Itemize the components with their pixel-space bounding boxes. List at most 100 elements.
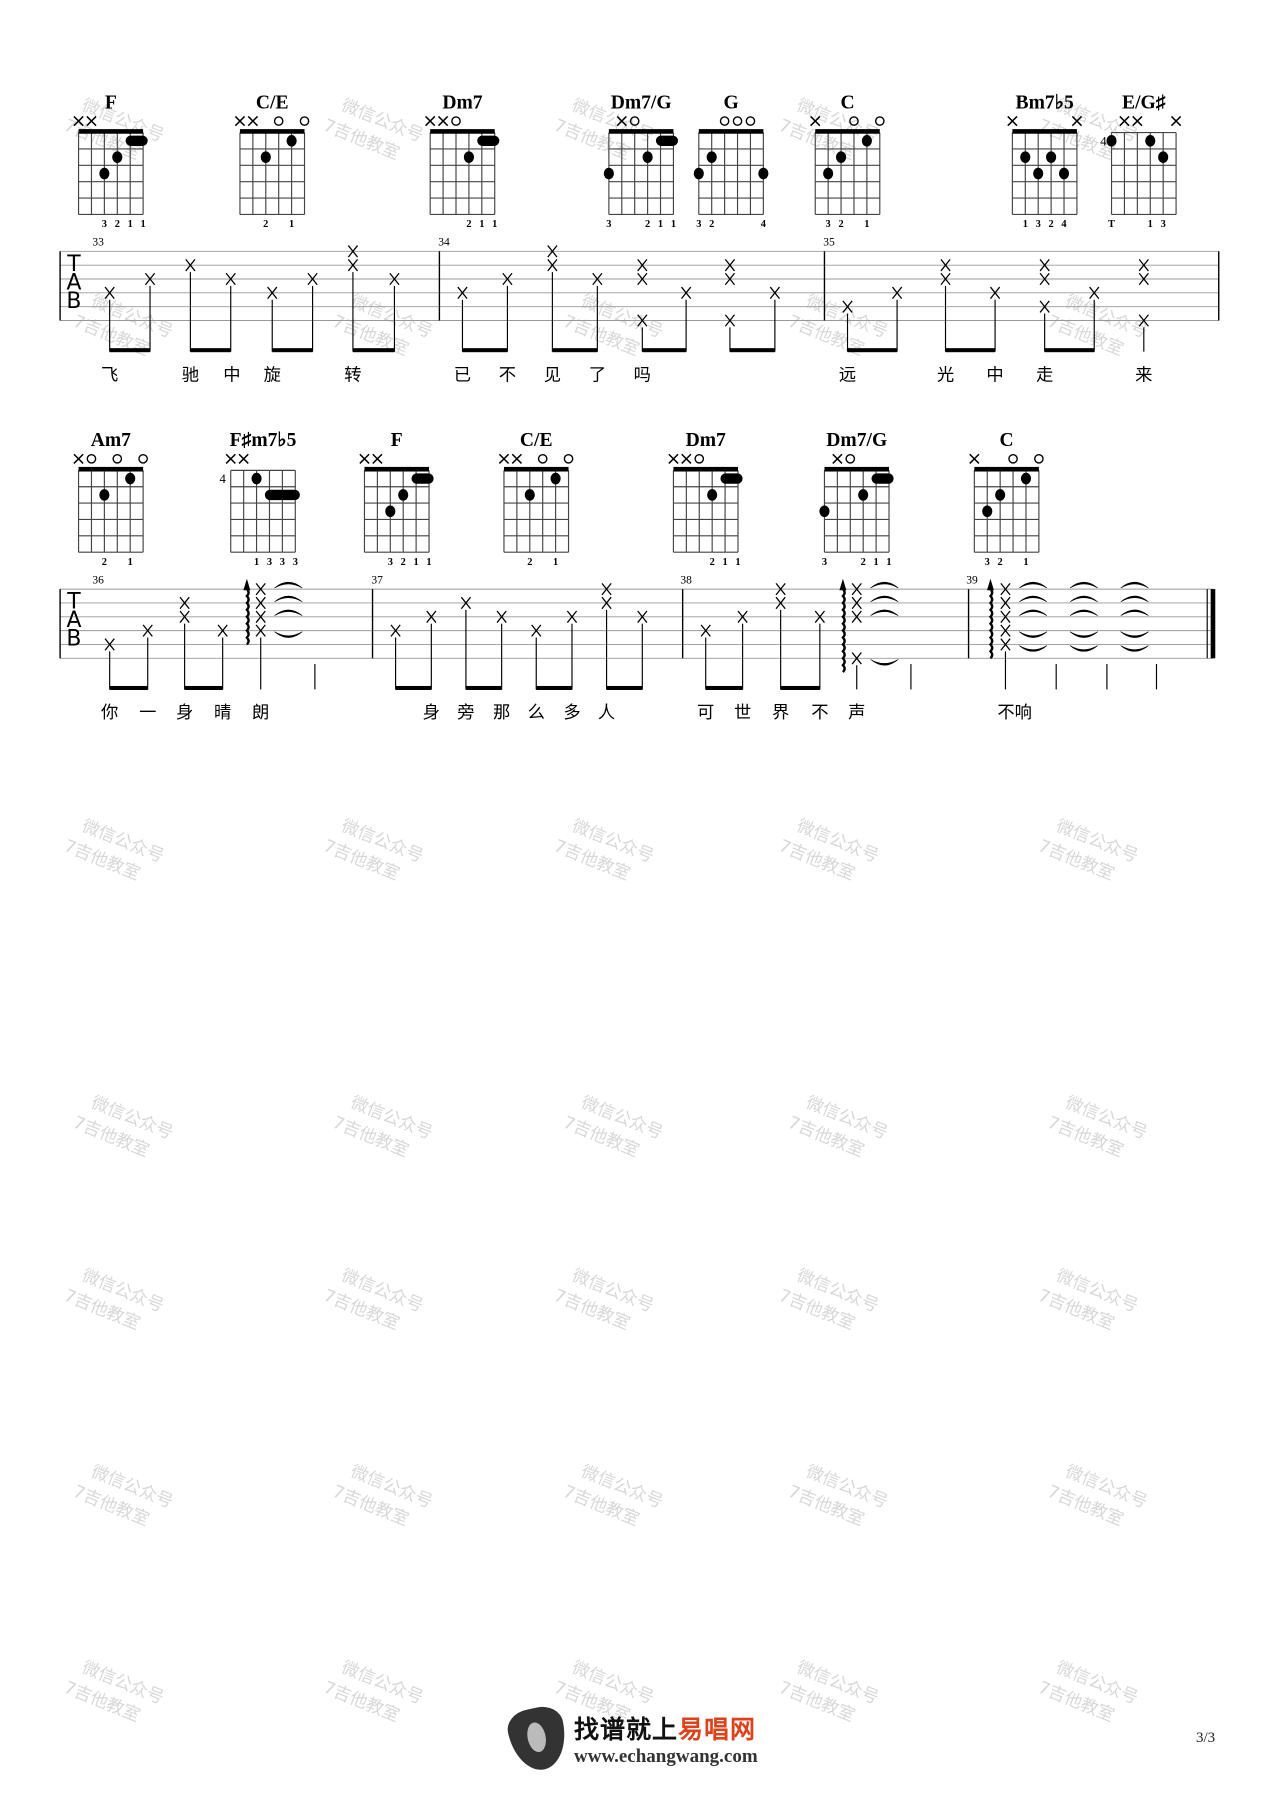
finger-dot — [982, 505, 993, 518]
finger-number: 1 — [414, 557, 419, 568]
site-url[interactable]: www.echangwang.com — [574, 1746, 758, 1768]
page-number: 3/3 — [1196, 1730, 1216, 1746]
lyric-syllable: 那 — [493, 703, 510, 723]
open-string-icon — [1034, 453, 1044, 464]
barre — [264, 489, 300, 501]
finger-dot — [603, 167, 614, 180]
open-string-icon — [537, 453, 548, 464]
finger-dot — [758, 167, 769, 180]
finger-dot — [707, 489, 718, 501]
finger-dot — [524, 489, 535, 501]
chord-name: Dm7 — [686, 430, 726, 451]
tie-arc — [274, 609, 303, 616]
tie-arc — [870, 581, 899, 589]
finger-number: 2 — [466, 219, 471, 230]
note-beam — [1044, 348, 1095, 353]
barre — [477, 135, 500, 146]
tab-clef-b: B — [66, 627, 81, 652]
chord-diagram: Dm72 1 1 — [425, 92, 500, 230]
chord-diagram: F3 2 1 1 — [359, 430, 434, 568]
chord-name: F — [391, 430, 403, 451]
watermark: 微信公众号7吉他教室 — [61, 1658, 167, 1727]
tie-arc — [1019, 609, 1048, 616]
lyric-syllable: 么 — [528, 703, 545, 723]
nut — [78, 129, 144, 134]
finger-dot — [463, 151, 474, 163]
chord-diagram: Dm7/G3 2 1 1 — [819, 430, 894, 568]
strum-arrow-head-icon — [839, 578, 847, 591]
tie-arc — [274, 581, 303, 589]
finger-number: 2 — [102, 557, 107, 568]
lyric-syllable: 朗 — [252, 703, 269, 723]
logo-slogan-black: 找谱就上 — [574, 1715, 679, 1744]
lyric-syllable: 驰 — [182, 365, 199, 385]
finger-number: 1 — [1023, 557, 1028, 568]
watermark: 微信公众号7吉他教室 — [330, 1462, 436, 1531]
watermark: 微信公众号7吉他教室 — [551, 816, 657, 885]
lyric-syllable: 世 — [734, 703, 751, 723]
chord-diagram: E/G♯ 4 T 1 3 — [1100, 92, 1182, 230]
note-beam — [109, 685, 148, 690]
tab-sheet: 微信公众号7吉他教室 微信公众号7吉他教室 微信公众号7吉他教室 微信公众号7吉他教室… — [59, 92, 1220, 1727]
tab-clef-b: B — [66, 289, 81, 314]
open-string-icon — [138, 453, 148, 464]
finger-number: 3 — [606, 219, 611, 230]
lyric-syllable: 多 — [563, 703, 580, 723]
chord-diagram: Dm7/G3 2 1 1 — [603, 92, 679, 230]
lyric-syllable: 身 — [423, 703, 440, 723]
open-string-icon — [451, 116, 461, 126]
lyric-syllable: 吗 — [634, 365, 651, 385]
watermark: 微信公众号7吉他教室 — [785, 1462, 891, 1531]
chord-name: C/E — [256, 92, 289, 113]
watermark: 微信公众号7吉他教室 — [70, 1462, 176, 1531]
watermark: 微信公众号7吉他教室 — [320, 96, 426, 165]
finger-dot — [1046, 151, 1057, 163]
lyric-syllable: 转 — [344, 365, 361, 385]
watermark: 微信公众号7吉他教室 — [560, 1093, 666, 1162]
finger-number: 2 — [527, 557, 532, 568]
lyric-syllable: 中 — [986, 365, 1003, 385]
watermark: 微信公众号7吉他教室 — [330, 292, 436, 361]
strum-arrow-head-icon — [243, 578, 251, 591]
watermark: 微信公众号7吉他教室 — [1035, 816, 1141, 885]
tie-arc — [1069, 645, 1098, 652]
muted-string-icon — [73, 453, 84, 464]
muted-string-icon — [1170, 115, 1182, 127]
note-beam — [109, 348, 151, 353]
finger-number: 1 — [254, 557, 259, 568]
system-2: Am72 1F♯m7♭541 3 3 3F3 2 1 1C/E2 1Dm72 1 1Dm7/G3 2 1… — [59, 430, 1216, 723]
guitar-pick-logo-icon — [504, 1702, 572, 1776]
finger-number: 3 — [985, 557, 990, 568]
nut — [1012, 129, 1077, 134]
watermark: 微信公众号7吉他教室 — [560, 292, 666, 361]
open-string-icon — [86, 453, 97, 464]
finger-number: 3 — [1161, 219, 1166, 230]
tie-arc — [1120, 595, 1149, 603]
finger-dot — [99, 167, 110, 180]
open-string-icon — [1008, 453, 1018, 464]
watermark: 微信公众号7吉他教室 — [61, 1266, 167, 1335]
finger-number: T — [1108, 219, 1115, 230]
base-fret-label: 4 — [1100, 134, 1107, 148]
chord-name: Bm7♭5 — [1016, 92, 1074, 113]
open-string-icon — [273, 116, 284, 126]
lyric-syllable: 可 — [697, 703, 714, 723]
muted-string-icon — [425, 115, 436, 127]
chord-name: C/E — [520, 430, 553, 451]
chord-name: F — [105, 92, 117, 113]
note-beam — [190, 348, 231, 353]
watermark: 微信公众号7吉他教室 — [320, 816, 426, 885]
tie-arc — [1019, 631, 1048, 638]
measure-number: 37 — [371, 574, 383, 586]
finger-dot — [286, 135, 297, 147]
open-string-icon — [563, 453, 574, 464]
finger-number: 2 — [709, 219, 714, 230]
nut — [608, 129, 674, 134]
finger-number: 3 — [696, 219, 701, 230]
lyric-syllable: 旁 — [457, 703, 474, 723]
lyric-syllable: 界 — [772, 703, 789, 723]
echangwang-logo[interactable]: 找谱就上易唱网 www.echangwang.com — [504, 1702, 758, 1776]
lyric-syllable: 身 — [176, 703, 193, 723]
finger-number: 1 — [128, 219, 133, 230]
lyric-syllable: 不 — [811, 703, 828, 723]
